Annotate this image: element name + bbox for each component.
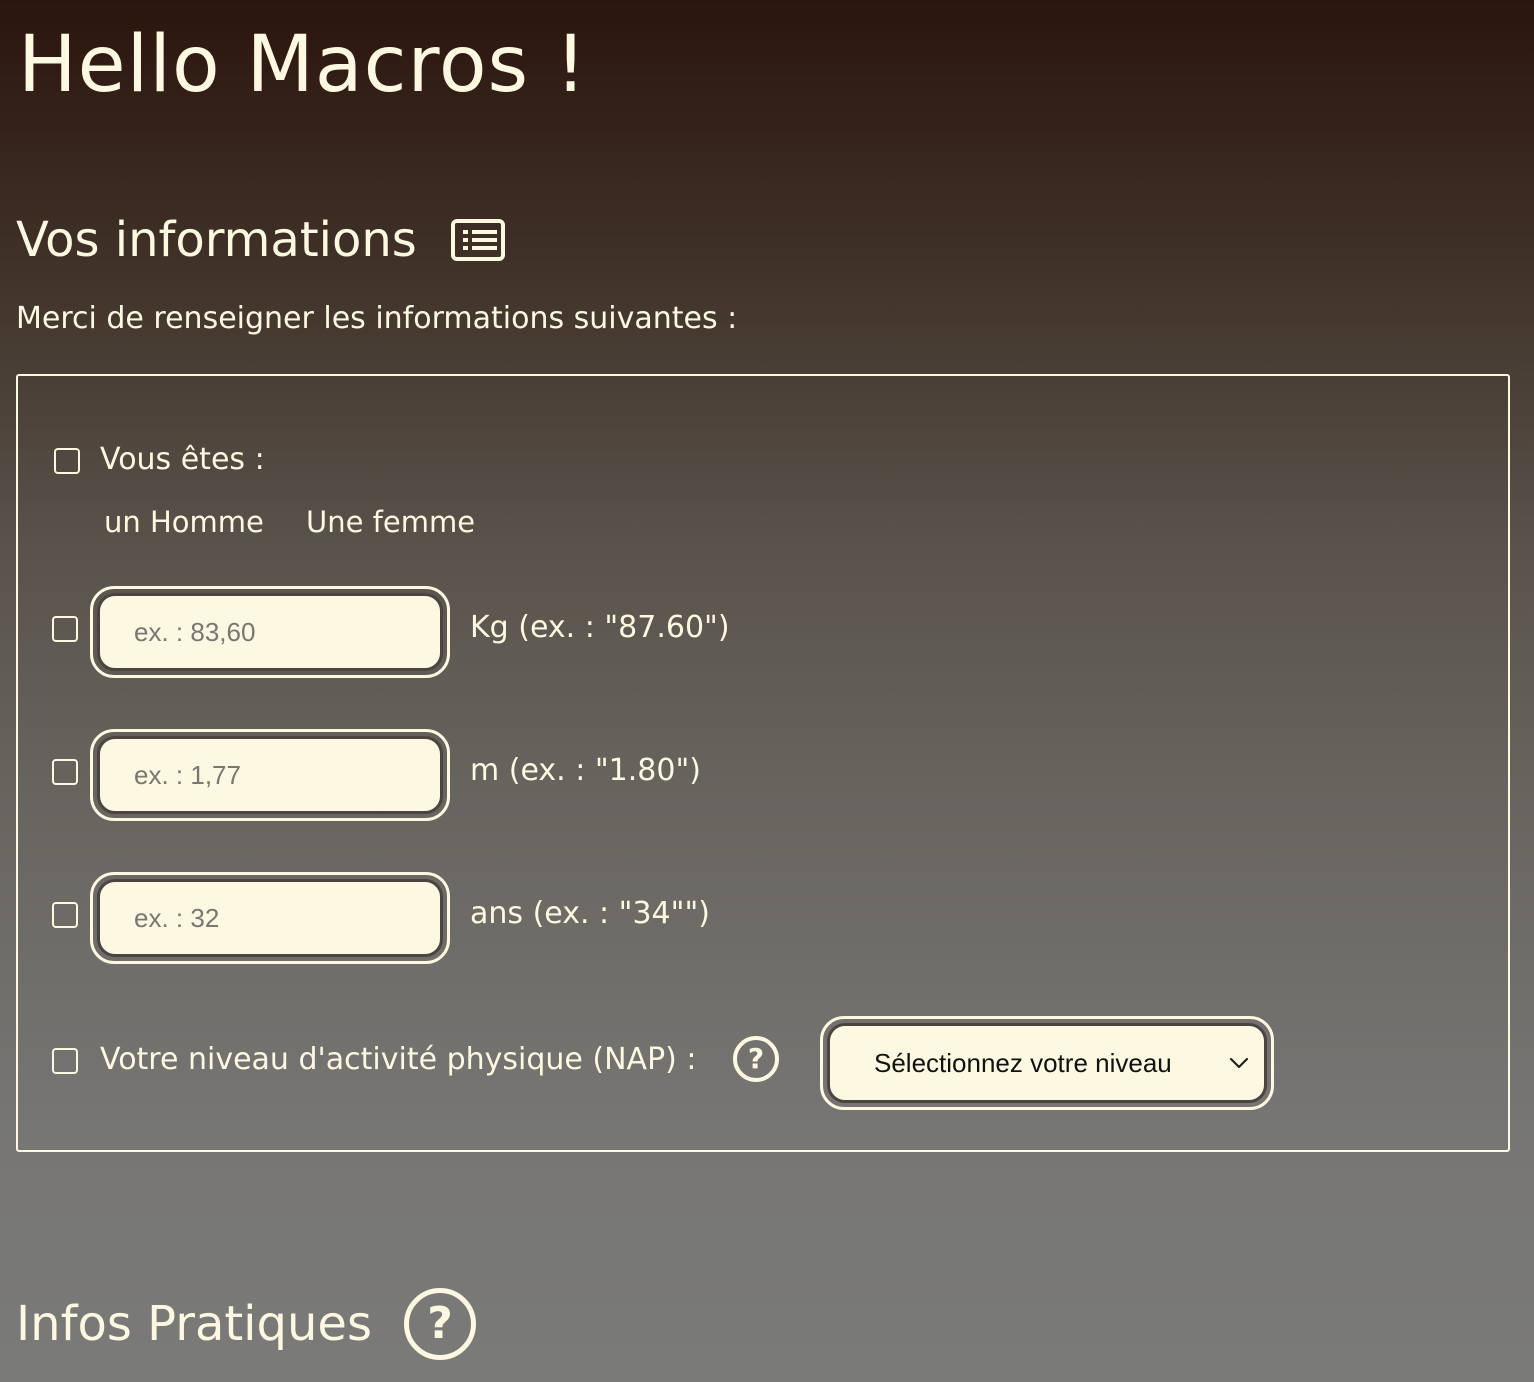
weight-input-wrapper: [90, 586, 450, 678]
activity-select-value: Sélectionnez votre niveau: [874, 1047, 1172, 1078]
chevron-down-icon: [1229, 1057, 1249, 1069]
activity-help-icon[interactable]: ?: [733, 1036, 779, 1082]
height-input-wrapper: [90, 729, 450, 821]
weight-input[interactable]: [134, 616, 440, 648]
height-input[interactable]: [134, 759, 440, 791]
section-infos-heading: Infos Pratiques ?: [16, 1288, 476, 1360]
gender-label: Vous êtes :: [100, 442, 265, 477]
list-icon: [450, 219, 505, 261]
section-infos-title: Infos Pratiques: [16, 1296, 372, 1352]
age-input-wrapper: [90, 872, 450, 964]
age-checkbox[interactable]: [52, 902, 78, 928]
age-input[interactable]: [134, 902, 440, 934]
activity-select-wrapper: Sélectionnez votre niveau: [820, 1016, 1274, 1110]
activity-select[interactable]: Sélectionnez votre niveau: [827, 1023, 1267, 1103]
activity-label: Votre niveau d'activité physique (NAP) :: [100, 1042, 697, 1077]
activity-checkbox[interactable]: [52, 1048, 78, 1074]
section-info-heading: Vos informations: [16, 212, 505, 268]
age-unit-label: ans (ex. : "34""): [470, 896, 710, 931]
gender-option-male[interactable]: un Homme: [104, 504, 264, 540]
height-unit-label: m (ex. : "1.80"): [470, 753, 701, 788]
page-title: Hello Macros !: [18, 20, 588, 110]
section-info-title: Vos informations: [16, 212, 417, 268]
gender-option-female[interactable]: Une femme: [306, 504, 475, 540]
weight-unit-label: Kg (ex. : "87.60"): [470, 610, 730, 645]
weight-checkbox[interactable]: [52, 616, 78, 642]
gender-checkbox[interactable]: [54, 448, 80, 474]
help-icon[interactable]: ?: [403, 1288, 476, 1360]
form-instructions: Merci de renseigner les informations sui…: [16, 301, 738, 336]
info-form: Vous êtes : un Homme Une femme Kg (ex. :…: [16, 374, 1510, 1152]
height-checkbox[interactable]: [52, 759, 78, 785]
